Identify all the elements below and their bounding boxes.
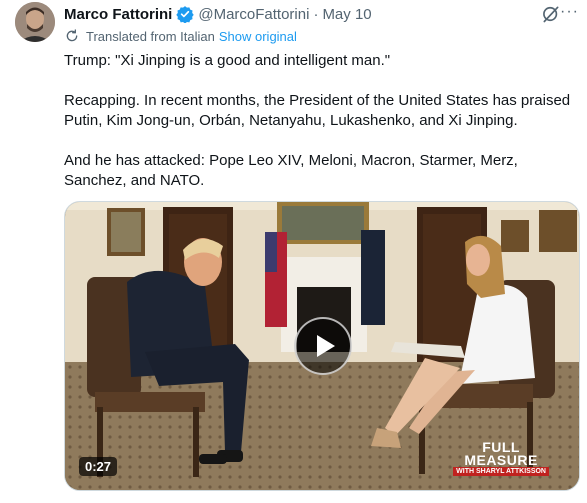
grok-icon[interactable] xyxy=(541,4,561,24)
video-player[interactable]: 0:27 FULL MEASURE WITH SHARYL ATTKISSON xyxy=(64,201,580,491)
logo-line-3: WITH SHARYL ATTKISSON xyxy=(453,467,549,476)
tweet-line-2: Recapping. In recent months, the Preside… xyxy=(64,92,571,129)
play-icon xyxy=(317,335,335,357)
tweet-line-1: Trump: "Xi Jinping is a good and intelli… xyxy=(64,52,391,69)
tweet-text: Trump: "Xi Jinping is a good and intelli… xyxy=(64,51,579,191)
tweet-header: Marco Fattorini @MarcoFattorini · May 10 xyxy=(64,3,575,25)
avatar[interactable] xyxy=(15,2,55,42)
video-duration: 0:27 xyxy=(79,457,118,476)
show-original-link[interactable]: Show original xyxy=(219,29,297,44)
translate-icon xyxy=(66,29,78,42)
verified-badge-icon xyxy=(176,6,195,23)
channel-logo: FULL MEASURE WITH SHARYL ATTKISSON xyxy=(453,440,549,476)
logo-line-2: MEASURE xyxy=(464,452,538,468)
translated-label: Translated from Italian xyxy=(86,28,215,44)
play-button[interactable] xyxy=(294,317,352,375)
tweet-line-3: And he has attacked: Pope Leo XIV, Melon… xyxy=(64,152,518,189)
tweet-date[interactable]: May 10 xyxy=(322,6,371,23)
translation-notice: Translated from Italian Show original xyxy=(64,27,297,45)
separator: · xyxy=(313,5,319,23)
more-options-icon[interactable]: ··· xyxy=(560,3,579,21)
author-handle[interactable]: @MarcoFattorini xyxy=(198,6,309,23)
author-name[interactable]: Marco Fattorini xyxy=(64,6,172,23)
